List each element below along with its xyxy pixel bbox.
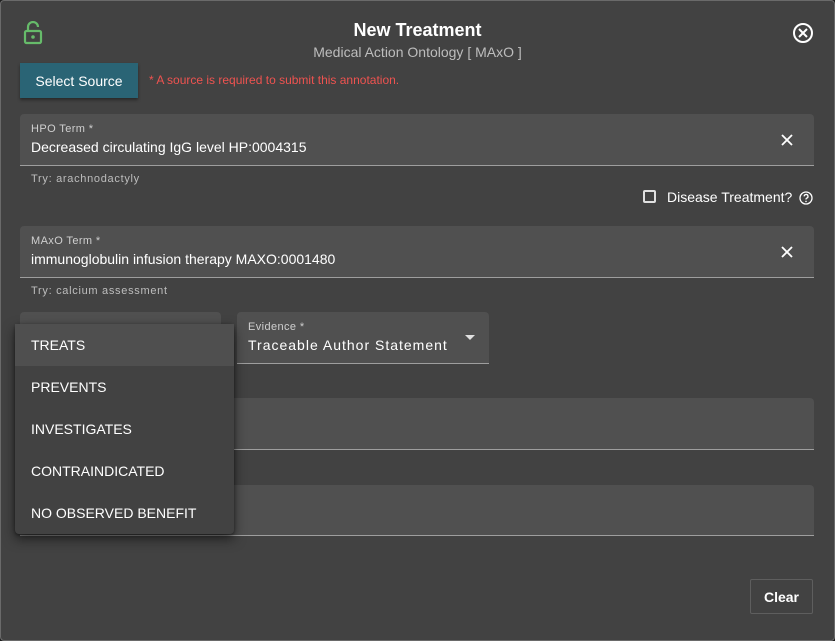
select-source-button[interactable]: Select Source <box>20 63 138 98</box>
maxo-term-helper: Try: calcium assessment <box>31 285 168 297</box>
disease-treatment-checkbox[interactable] <box>643 190 656 203</box>
help-circle-icon[interactable] <box>799 191 813 205</box>
clear-icon[interactable] <box>779 244 795 260</box>
menu-item-contraindicated[interactable]: CONTRAINDICATED <box>15 450 234 492</box>
hpo-term-input[interactable]: Decreased circulating IgG level HP:00043… <box>31 139 307 155</box>
relation-dropdown-menu: TREATS PREVENTS INVESTIGATES CONTRAINDIC… <box>15 324 234 534</box>
clear-icon[interactable] <box>779 132 795 148</box>
evidence-value: Traceable Author Statement <box>248 337 448 353</box>
new-treatment-dialog: New Treatment Medical Action Ontology [ … <box>0 0 835 641</box>
source-required-warning: * A source is required to submit this an… <box>149 73 400 87</box>
maxo-term-field[interactable]: MAxO Term * immunoglobulin infusion ther… <box>20 226 814 278</box>
caret-down-icon[interactable] <box>465 335 475 340</box>
disease-treatment-label: Disease Treatment? <box>667 189 793 205</box>
hpo-term-helper: Try: arachnodactyly <box>31 173 140 185</box>
hpo-term-label: HPO Term * <box>31 123 94 135</box>
evidence-select[interactable]: Evidence * Traceable Author Statement <box>237 312 489 364</box>
menu-item-treats[interactable]: TREATS <box>15 324 234 366</box>
menu-item-investigates[interactable]: INVESTIGATES <box>15 408 234 450</box>
dialog-title: New Treatment <box>353 20 482 40</box>
dialog-subtitle: Medical Action Ontology [ MAxO ] <box>313 44 522 60</box>
close-circle-icon[interactable] <box>791 21 815 45</box>
menu-item-no-observed-benefit[interactable]: NO OBSERVED BENEFIT <box>15 492 234 534</box>
hpo-term-field[interactable]: HPO Term * Decreased circulating IgG lev… <box>20 114 814 166</box>
evidence-label: Evidence * <box>248 321 305 333</box>
maxo-term-label: MAxO Term * <box>31 235 101 247</box>
maxo-term-input[interactable]: immunoglobulin infusion therapy MAXO:000… <box>31 251 335 267</box>
menu-item-prevents[interactable]: PREVENTS <box>15 366 234 408</box>
clear-button[interactable]: Clear <box>750 579 813 614</box>
